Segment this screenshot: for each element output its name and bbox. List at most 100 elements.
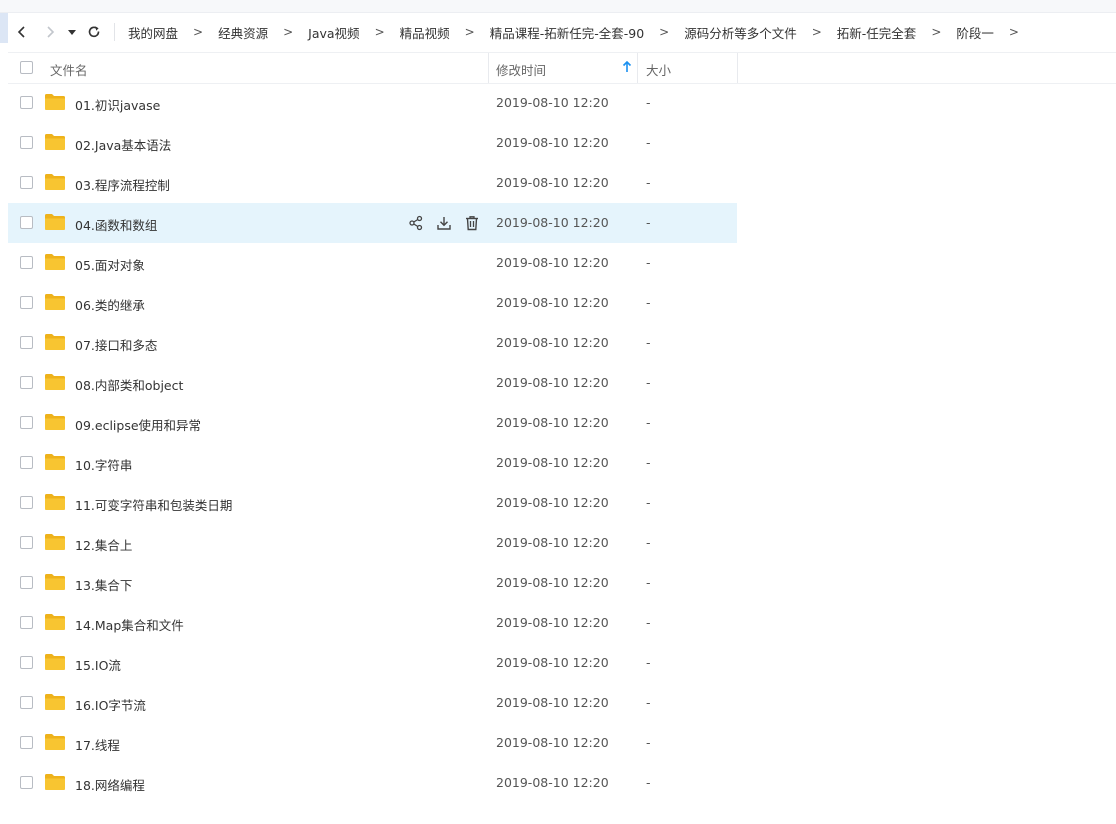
share-button[interactable]: [406, 213, 426, 233]
file-row[interactable]: 04.函数和数组 2019-08-10 12:20 -: [8, 203, 737, 243]
file-row[interactable]: 12.集合上 2019-08-10 12:20 -: [8, 523, 737, 563]
folder-icon-wrap[interactable]: [44, 93, 66, 114]
folder-icon: [45, 374, 65, 390]
file-row[interactable]: 01.初识javase 2019-08-10 12:20 -: [8, 83, 737, 123]
column-header-modified[interactable]: 修改时间: [496, 60, 546, 79]
file-row[interactable]: 08.内部类和object 2019-08-10 12:20 -: [8, 363, 737, 403]
row-checkbox[interactable]: [20, 256, 33, 269]
folder-icon-wrap[interactable]: [44, 733, 66, 754]
file-row[interactable]: 14.Map集合和文件 2019-08-10 12:20 -: [8, 603, 737, 643]
refresh-button[interactable]: [80, 18, 108, 46]
file-row[interactable]: 02.Java基本语法 2019-08-10 12:20 -: [8, 123, 737, 163]
file-name[interactable]: 02.Java基本语法: [75, 135, 171, 154]
column-divider[interactable]: [488, 53, 489, 83]
modified-time: 2019-08-10 12:20: [496, 615, 609, 630]
file-name[interactable]: 03.程序流程控制: [75, 175, 170, 194]
row-checkbox[interactable]: [20, 576, 33, 589]
row-checkbox[interactable]: [20, 96, 33, 109]
breadcrumb-item[interactable]: 精品课程-拓新任完-全套-90: [487, 23, 647, 42]
column-header-size[interactable]: 大小: [646, 60, 671, 79]
file-name[interactable]: 14.Map集合和文件: [75, 615, 184, 634]
breadcrumb-separator-icon: >: [374, 25, 385, 39]
folder-icon-wrap[interactable]: [44, 573, 66, 594]
history-dropdown-button[interactable]: [64, 18, 80, 46]
folder-icon-wrap[interactable]: [44, 213, 66, 234]
file-row[interactable]: 09.eclipse使用和异常 2019-08-10 12:20 -: [8, 403, 737, 443]
file-row[interactable]: 06.类的继承 2019-08-10 12:20 -: [8, 283, 737, 323]
row-checkbox[interactable]: [20, 376, 33, 389]
breadcrumb-item[interactable]: 经典资源: [215, 23, 271, 42]
folder-icon-wrap[interactable]: [44, 253, 66, 274]
folder-icon-wrap[interactable]: [44, 173, 66, 194]
row-checkbox[interactable]: [20, 496, 33, 509]
row-checkbox[interactable]: [20, 696, 33, 709]
file-name[interactable]: 08.内部类和object: [75, 375, 183, 394]
row-checkbox[interactable]: [20, 656, 33, 669]
folder-icon-wrap[interactable]: [44, 493, 66, 514]
file-row[interactable]: 05.面对对象 2019-08-10 12:20 -: [8, 243, 737, 283]
file-name[interactable]: 18.网络编程: [75, 775, 145, 794]
breadcrumb-item[interactable]: 阶段一: [953, 23, 997, 42]
file-row[interactable]: 17.线程 2019-08-10 12:20 -: [8, 723, 737, 763]
folder-icon-wrap[interactable]: [44, 613, 66, 634]
row-checkbox[interactable]: [20, 136, 33, 149]
download-icon: [437, 217, 451, 230]
file-name[interactable]: 11.可变字符串和包装类日期: [75, 495, 232, 514]
row-checkbox[interactable]: [20, 616, 33, 629]
select-all-checkbox[interactable]: [20, 61, 33, 74]
column-divider[interactable]: [737, 53, 738, 83]
folder-icon-wrap[interactable]: [44, 133, 66, 154]
file-row[interactable]: 11.可变字符串和包装类日期 2019-08-10 12:20 -: [8, 483, 737, 523]
folder-icon-wrap[interactable]: [44, 453, 66, 474]
row-checkbox[interactable]: [20, 456, 33, 469]
file-name[interactable]: 17.线程: [75, 735, 120, 754]
file-row[interactable]: 07.接口和多态 2019-08-10 12:20 -: [8, 323, 737, 363]
row-checkbox[interactable]: [20, 296, 33, 309]
file-row[interactable]: 15.IO流 2019-08-10 12:20 -: [8, 643, 737, 683]
file-row[interactable]: 16.IO字节流 2019-08-10 12:20 -: [8, 683, 737, 723]
column-divider[interactable]: [637, 53, 638, 83]
row-checkbox[interactable]: [20, 216, 33, 229]
breadcrumb-item[interactable]: Java视频: [305, 23, 362, 42]
file-row[interactable]: 13.集合下 2019-08-10 12:20 -: [8, 563, 737, 603]
delete-button[interactable]: [462, 213, 482, 233]
file-name[interactable]: 07.接口和多态: [75, 335, 157, 354]
back-button[interactable]: [8, 18, 36, 46]
folder-icon: [45, 654, 65, 670]
folder-icon-wrap[interactable]: [44, 533, 66, 554]
folder-icon-wrap[interactable]: [44, 373, 66, 394]
sort-ascending-icon[interactable]: [622, 60, 632, 76]
row-checkbox[interactable]: [20, 176, 33, 189]
download-button[interactable]: [434, 213, 454, 233]
file-name[interactable]: 12.集合上: [75, 535, 132, 554]
row-checkbox[interactable]: [20, 416, 33, 429]
column-header-name[interactable]: 文件名: [50, 60, 88, 79]
folder-icon-wrap[interactable]: [44, 653, 66, 674]
file-name[interactable]: 13.集合下: [75, 575, 132, 594]
folder-icon-wrap[interactable]: [44, 413, 66, 434]
file-name[interactable]: 05.面对对象: [75, 255, 145, 274]
row-checkbox[interactable]: [20, 736, 33, 749]
file-name[interactable]: 10.字符串: [75, 455, 132, 474]
file-name[interactable]: 16.IO字节流: [75, 695, 146, 714]
folder-icon-wrap[interactable]: [44, 293, 66, 314]
file-row[interactable]: 03.程序流程控制 2019-08-10 12:20 -: [8, 163, 737, 203]
forward-button[interactable]: [36, 18, 64, 46]
file-name[interactable]: 01.初识javase: [75, 95, 160, 114]
row-checkbox[interactable]: [20, 536, 33, 549]
file-row[interactable]: 18.网络编程 2019-08-10 12:20 -: [8, 763, 737, 803]
breadcrumb-item[interactable]: 我的网盘: [125, 23, 181, 42]
file-name[interactable]: 15.IO流: [75, 655, 121, 674]
file-name[interactable]: 09.eclipse使用和异常: [75, 415, 201, 434]
breadcrumb-item[interactable]: 精品视频: [397, 23, 453, 42]
folder-icon-wrap[interactable]: [44, 333, 66, 354]
row-checkbox[interactable]: [20, 776, 33, 789]
file-row[interactable]: 10.字符串 2019-08-10 12:20 -: [8, 443, 737, 483]
folder-icon-wrap[interactable]: [44, 693, 66, 714]
file-name[interactable]: 06.类的继承: [75, 295, 145, 314]
breadcrumb-item[interactable]: 源码分析等多个文件: [681, 23, 800, 42]
row-checkbox[interactable]: [20, 336, 33, 349]
breadcrumb-item[interactable]: 拓新-任完全套: [834, 23, 920, 42]
folder-icon-wrap[interactable]: [44, 773, 66, 794]
file-name[interactable]: 04.函数和数组: [75, 215, 157, 234]
